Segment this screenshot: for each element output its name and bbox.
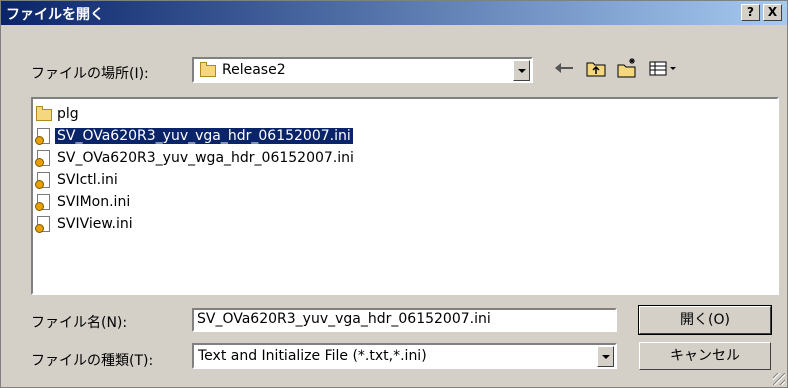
list-item-file[interactable]: SVIView.ini [35, 213, 135, 235]
open-button[interactable]: 開く(O) [638, 305, 772, 335]
back-arrow-icon[interactable] [554, 57, 576, 79]
close-button[interactable]: X [763, 4, 782, 21]
filetype-value: Text and Initialize File (*.txt,*.ini) [198, 348, 427, 364]
up-folder-icon[interactable] [585, 57, 607, 79]
filename-input[interactable] [197, 311, 607, 327]
filename-input-box[interactable] [192, 308, 617, 332]
title-bar[interactable]: ファイルを開く ? X [1, 1, 787, 25]
list-item-label: SVIctl.ini [57, 172, 118, 188]
look-in-dropdown-button[interactable] [513, 60, 530, 81]
list-item-file[interactable]: SVIMon.ini [35, 191, 132, 213]
folder-icon [199, 61, 217, 79]
list-item-label: SV_OVa620R3_yuv_vga_hdr_06152007.ini [54, 127, 354, 145]
list-item-file[interactable]: SVIctl.ini [35, 169, 120, 191]
filetype-combobox[interactable]: Text and Initialize File (*.txt,*.ini) [192, 343, 617, 369]
cancel-button[interactable]: キャンセル [639, 342, 771, 370]
folder-icon [35, 105, 53, 123]
list-item-label: SVIMon.ini [57, 194, 131, 210]
resize-grip[interactable] [773, 373, 785, 385]
file-list[interactable]: plg SV_OVa620R3_yuv_vga_hdr_06152007.ini… [31, 97, 779, 295]
new-folder-icon[interactable] [616, 57, 638, 79]
list-item-file[interactable]: SV_OVa620R3_yuv_vga_hdr_06152007.ini [35, 125, 354, 147]
open-file-dialog: ファイルを開く ? X ファイルの場所(I): Release2 plg SV_… [0, 0, 788, 388]
ini-file-icon [35, 149, 53, 167]
list-item-file[interactable]: SV_OVa620R3_yuv_wga_hdr_06152007.ini [35, 147, 356, 169]
window-title: ファイルを開く [6, 7, 104, 23]
list-item-folder[interactable]: plg [35, 103, 81, 125]
ini-file-icon [35, 215, 53, 233]
view-menu-icon[interactable] [648, 57, 680, 79]
look-in-combobox[interactable]: Release2 [192, 57, 533, 83]
ini-file-icon [35, 171, 53, 189]
ini-file-icon [35, 127, 53, 145]
filetype-dropdown-button[interactable] [597, 346, 614, 367]
look-in-label: ファイルの場所(I): [31, 66, 149, 82]
help-button[interactable]: ? [741, 4, 760, 21]
list-item-label: SV_OVa620R3_yuv_wga_hdr_06152007.ini [57, 150, 354, 166]
look-in-value: Release2 [222, 62, 286, 78]
list-item-label: plg [57, 106, 79, 122]
ini-file-icon [35, 193, 53, 211]
filetype-label: ファイルの種類(T): [31, 353, 154, 369]
filename-label: ファイル名(N): [31, 315, 128, 331]
list-item-label: SVIView.ini [57, 216, 133, 232]
